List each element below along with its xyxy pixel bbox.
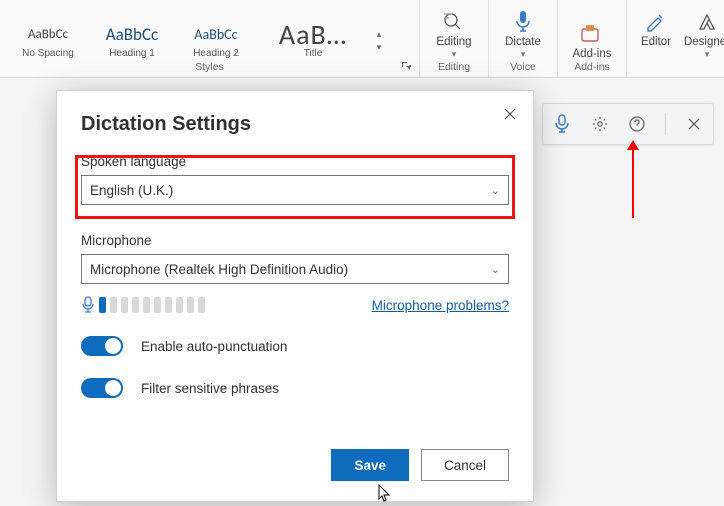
dictation-toolbar	[542, 103, 714, 145]
chevron-down-icon: ▾	[705, 49, 710, 60]
voice-group-label: Voice	[510, 60, 536, 75]
microphone-level-meter	[81, 296, 205, 314]
spoken-language-label: Spoken language	[81, 154, 509, 169]
designer-button[interactable]: Designer ▾	[679, 4, 724, 60]
filter-phrases-toggle[interactable]	[81, 378, 123, 398]
microphone-label: Microphone	[81, 233, 509, 248]
dictation-close-button[interactable]	[684, 114, 704, 134]
dialog-close-button[interactable]	[501, 105, 519, 123]
addins-group: Add-ins Add-ins	[558, 0, 627, 77]
editing-group-label: Editing	[438, 60, 470, 75]
save-button[interactable]: Save	[331, 449, 409, 481]
addins-button[interactable]: Add-ins	[564, 16, 620, 60]
dictation-mic-button[interactable]	[552, 114, 572, 134]
voice-group: Dictate ▾ Voice	[489, 0, 558, 77]
chevron-down-icon: ⌄	[491, 184, 500, 197]
editor-button[interactable]: Editor	[633, 4, 679, 60]
style-heading-2[interactable]: AaBbCc Heading 2	[174, 22, 258, 59]
editing-icon	[439, 8, 469, 36]
styles-group-label: Styles	[195, 61, 224, 73]
ribbon: AaBbCc No Spacing AaBbCc Heading 1 AaBbC…	[0, 0, 724, 78]
addins-group-label: Add-ins	[574, 60, 610, 75]
editing-button[interactable]: Editing ▾	[426, 4, 482, 60]
dictation-help-button[interactable]	[627, 114, 647, 134]
chevron-down-icon: ▾	[452, 49, 457, 60]
cancel-button[interactable]: Cancel	[421, 449, 509, 481]
filter-phrases-label: Filter sensitive phrases	[141, 381, 279, 396]
styles-group: AaBbCc No Spacing AaBbCc Heading 1 AaBbC…	[0, 0, 420, 77]
editor-icon	[641, 8, 671, 36]
microphone-dropdown[interactable]: Microphone (Realtek High Definition Audi…	[81, 254, 509, 284]
auto-punctuation-label: Enable auto-punctuation	[141, 339, 287, 354]
microphone-icon	[508, 8, 538, 36]
microphone-problems-link[interactable]: Microphone problems?	[372, 298, 509, 313]
chevron-down-icon: ▾	[521, 49, 526, 60]
editor-designer-group: Editor Designer ▾	[627, 0, 724, 77]
divider	[665, 113, 666, 135]
editing-group: Editing ▾ Editing	[420, 0, 489, 77]
styles-more-button[interactable]: ▴▾	[368, 22, 390, 59]
dialog-title: Dictation Settings	[81, 113, 509, 136]
spoken-language-dropdown[interactable]: English (U.K.) ⌄	[81, 175, 509, 205]
annotation-arrow	[632, 148, 634, 218]
addins-icon	[577, 20, 607, 48]
designer-icon	[692, 8, 722, 36]
auto-punctuation-toggle[interactable]	[81, 336, 123, 356]
chevron-down-icon: ⌄	[491, 263, 500, 276]
style-heading-1[interactable]: AaBbCc Heading 1	[90, 22, 174, 59]
styles-dialog-launcher[interactable]	[401, 61, 411, 71]
style-title[interactable]: AaB… Title	[258, 22, 368, 59]
dictation-settings-button[interactable]	[590, 114, 610, 134]
dictate-button[interactable]: Dictate ▾	[495, 4, 551, 60]
microphone-icon	[81, 296, 95, 314]
dictation-settings-dialog: Dictation Settings Spoken language Engli…	[56, 90, 534, 502]
style-no-spacing[interactable]: AaBbCc No Spacing	[6, 22, 90, 59]
